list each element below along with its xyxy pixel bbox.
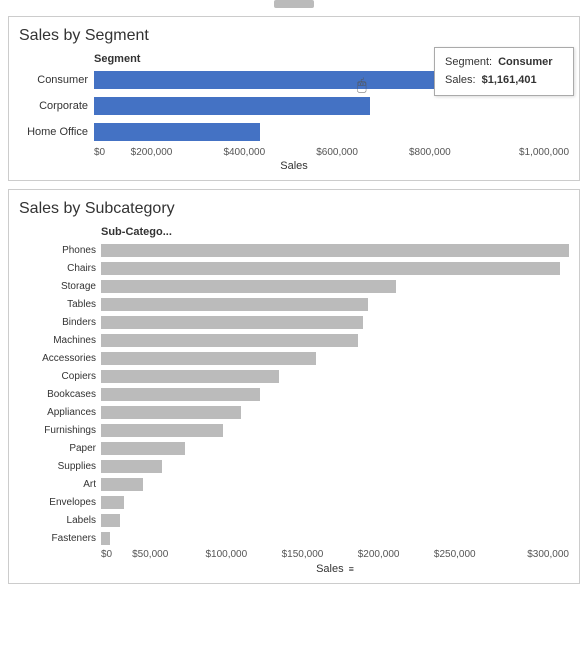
sub-bar-row-tables: Tables [19, 296, 569, 312]
sub-bar-track-bookcases[interactable] [101, 388, 569, 401]
tooltip-sales-row: Sales: $1,161,401 [445, 72, 563, 90]
sub-bar-row-phones: Phones [19, 242, 569, 258]
seg-tick-5: $1,000,000 [476, 147, 569, 158]
tooltip-sales-val: $1,161,401 [482, 72, 537, 90]
sub-bar-label-paper: Paper [19, 443, 101, 454]
tooltip-sales-key: Sales: [445, 72, 476, 90]
sort-icon[interactable]: ≡ [349, 564, 354, 574]
sub-bar-label-storage: Storage [19, 281, 101, 292]
top-handle-area [0, 0, 588, 8]
sub-bar-track-fasteners[interactable] [101, 532, 569, 545]
sub-bar-track-appliances[interactable] [101, 406, 569, 419]
sub-bar-label-machines: Machines [19, 335, 101, 346]
bar-row-corporate: Corporate [19, 95, 569, 117]
seg-tick-4: $800,000 [383, 147, 476, 158]
segment-x-label: Sales [19, 160, 569, 172]
sub-bar-label-art: Art [19, 479, 101, 490]
tooltip-segment-key: Segment: [445, 54, 492, 72]
sub-bar-label-bookcases: Bookcases [19, 389, 101, 400]
subcategory-chart-title: Sales by Subcategory [19, 200, 569, 218]
sub-bar-track-storage[interactable] [101, 280, 569, 293]
subcategory-x-axis: $0 $50,000 $100,000 $150,000 $200,000 $2… [101, 549, 569, 560]
bar-fill-homeoffice [94, 123, 260, 141]
sub-bar-row-accessories: Accessories [19, 350, 569, 366]
sub-bar-track-binders[interactable] [101, 316, 569, 329]
sub-bar-row-copiers: Copiers [19, 368, 569, 384]
sub-bar-row-storage: Storage [19, 278, 569, 294]
bar-fill-corporate [94, 97, 370, 115]
sub-bar-label-appliances: Appliances [19, 407, 101, 418]
bar-label-consumer: Consumer [19, 74, 94, 86]
subcategory-axis-label: Sub-Catego... [101, 226, 569, 238]
seg-tick-3: $600,000 [291, 147, 384, 158]
sub-bar-row-paper: Paper [19, 440, 569, 456]
bar-track-corporate[interactable] [94, 97, 569, 115]
seg-tick-0: $0 [94, 147, 105, 158]
sub-bar-label-binders: Binders [19, 317, 101, 328]
sub-bar-label-accessories: Accessories [19, 353, 101, 364]
sub-bar-label-copiers: Copiers [19, 371, 101, 382]
sub-bar-track-tables[interactable] [101, 298, 569, 311]
seg-tick-2: $400,000 [198, 147, 291, 158]
sub-bar-row-fasteners: Fasteners [19, 530, 569, 546]
sub-bar-track-paper[interactable] [101, 442, 569, 455]
sub-tick-1: $50,000 [112, 549, 188, 560]
sub-bar-track-envelopes[interactable] [101, 496, 569, 509]
subcategory-chart-container: Sales by Subcategory Sub-Catego... Phone… [8, 189, 580, 584]
sub-bar-label-fasteners: Fasteners [19, 533, 101, 544]
sub-bar-label-furnishings: Furnishings [19, 425, 101, 436]
sub-bar-row-binders: Binders [19, 314, 569, 330]
sub-bar-track-copiers[interactable] [101, 370, 569, 383]
segment-x-axis: $0 $200,000 $400,000 $600,000 $800,000 $… [94, 147, 569, 158]
sub-bar-label-labels: Labels [19, 515, 101, 526]
sub-bar-row-bookcases: Bookcases [19, 386, 569, 402]
seg-tick-1: $200,000 [105, 147, 198, 158]
sub-tick-4: $200,000 [341, 549, 417, 560]
segment-tooltip: Segment: Consumer Sales: $1,161,401 [434, 47, 574, 96]
sub-bar-row-appliances: Appliances [19, 404, 569, 420]
bar-track-homeoffice[interactable] [94, 123, 569, 141]
sub-bar-track-art[interactable] [101, 478, 569, 491]
sub-bar-track-chairs[interactable] [101, 262, 569, 275]
sub-bar-row-envelopes: Envelopes [19, 494, 569, 510]
sub-bar-row-furnishings: Furnishings [19, 422, 569, 438]
sub-bar-track-accessories[interactable] [101, 352, 569, 365]
sub-tick-6: $300,000 [493, 549, 569, 560]
bar-label-corporate: Corporate [19, 100, 94, 112]
segment-chart-container: Sales by Segment Segment Consumer Corpor… [8, 16, 580, 181]
tooltip-segment-row: Segment: Consumer [445, 54, 563, 72]
sub-bar-label-chairs: Chairs [19, 263, 101, 274]
sub-bar-track-labels[interactable] [101, 514, 569, 527]
bar-label-homeoffice: Home Office [19, 126, 94, 138]
sub-bar-label-envelopes: Envelopes [19, 497, 101, 508]
sub-bar-row-chairs: Chairs [19, 260, 569, 276]
tooltip-segment-val: Consumer [498, 54, 552, 72]
sub-bar-track-supplies[interactable] [101, 460, 569, 473]
sub-bar-label-tables: Tables [19, 299, 101, 310]
sub-bar-track-furnishings[interactable] [101, 424, 569, 437]
sub-tick-0: $0 [101, 549, 112, 560]
sub-bar-track-phones[interactable] [101, 244, 569, 257]
bar-row-homeoffice: Home Office [19, 121, 569, 143]
sub-sales-text: Sales [316, 563, 344, 575]
sub-bar-row-machines: Machines [19, 332, 569, 348]
subcategory-x-label: Sales ≡ [101, 563, 569, 575]
sub-bar-label-supplies: Supplies [19, 461, 101, 472]
sub-bar-track-machines[interactable] [101, 334, 569, 347]
sub-tick-3: $150,000 [264, 549, 340, 560]
sub-bar-row-art: Art [19, 476, 569, 492]
segment-chart-title: Sales by Segment [19, 27, 569, 45]
sub-tick-5: $250,000 [417, 549, 493, 560]
drag-handle[interactable] [274, 0, 314, 8]
sub-bar-row-labels: Labels [19, 512, 569, 528]
subcategory-bars: Phones Chairs Storage Tables Binders Mac… [19, 242, 569, 546]
sub-bar-row-supplies: Supplies [19, 458, 569, 474]
sub-tick-2: $100,000 [188, 549, 264, 560]
sub-bar-label-phones: Phones [19, 245, 101, 256]
